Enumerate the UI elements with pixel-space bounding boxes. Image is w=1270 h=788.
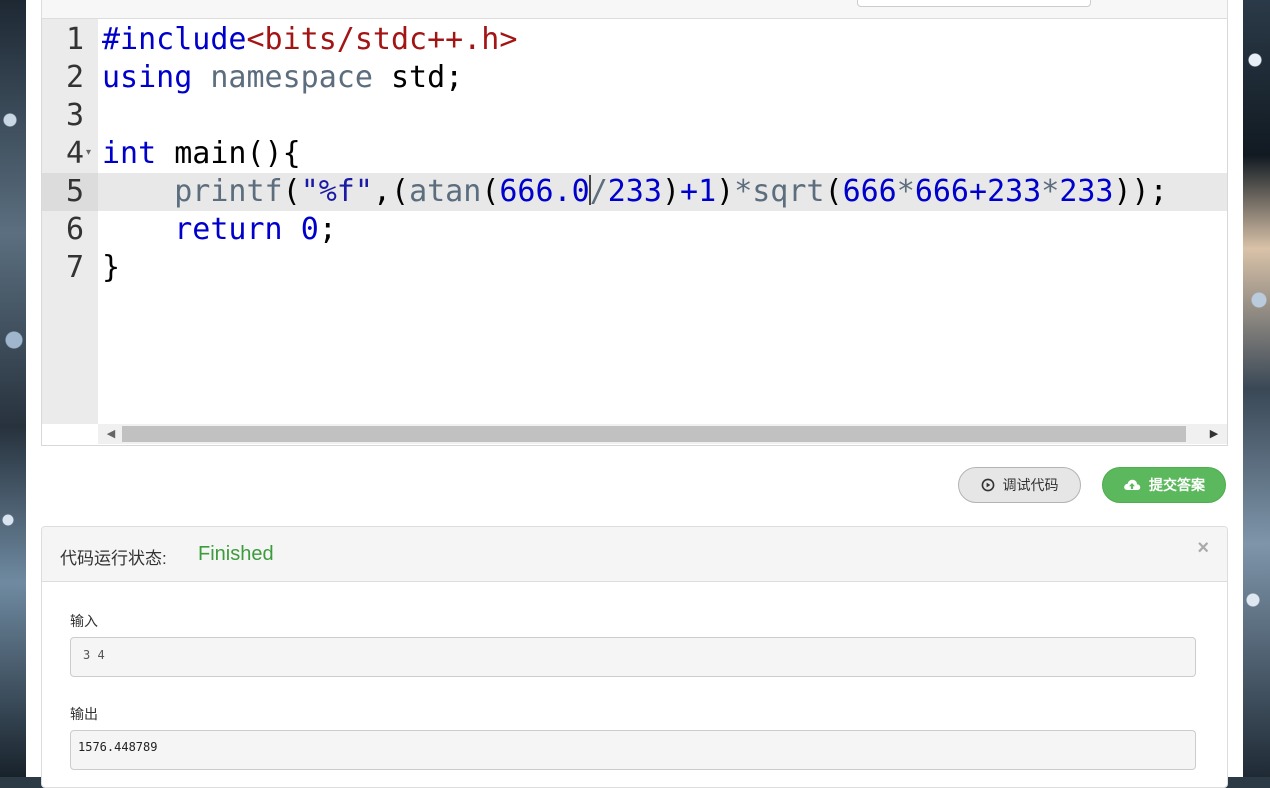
code-line-2: using namespace std;	[102, 59, 463, 97]
code-token: *	[896, 174, 915, 209]
code-token: 1	[698, 174, 717, 209]
code-token: ));	[1113, 174, 1168, 209]
output-label: 输出	[70, 706, 98, 722]
code-token: "%f"	[300, 174, 373, 209]
code-token: std;	[391, 60, 464, 95]
code-token: #include	[102, 22, 247, 57]
scroll-left-icon[interactable]: ◀	[104, 427, 118, 441]
scrollbar-thumb[interactable]	[122, 426, 1186, 442]
language-select[interactable]	[857, 0, 1091, 7]
code-token: )	[716, 174, 735, 209]
background-art-right	[1243, 0, 1270, 777]
line-number: 2	[65, 60, 84, 95]
code-token: sqrt	[752, 174, 825, 209]
code-token: 666	[842, 174, 897, 209]
code-token: (	[824, 174, 843, 209]
code-token: namespace	[210, 60, 373, 95]
code-line-7: }	[102, 249, 120, 287]
line-number: 1	[65, 22, 84, 57]
close-icon[interactable]: ×	[1197, 537, 1209, 560]
line-number: 3	[65, 98, 84, 133]
line-number: 5	[65, 174, 84, 209]
status-label: 代码运行状态:	[60, 549, 167, 568]
run-result-panel: 代码运行状态: Finished × 输入 3 4 输出 1576.448789	[41, 526, 1228, 788]
horizontal-scrollbar[interactable]: ◀ ▶	[98, 424, 1227, 444]
debug-code-label: 调试代码	[1002, 477, 1059, 493]
play-circle-icon	[981, 478, 994, 492]
code-token: )	[661, 174, 680, 209]
code-line-1: #include<bits/stdc++.h>	[102, 21, 517, 59]
code-token: int	[102, 136, 157, 171]
code-token: printf	[174, 174, 283, 209]
code-token: using	[102, 60, 193, 95]
run-result-header: 代码运行状态: Finished ×	[42, 527, 1227, 582]
code-token: +	[969, 174, 988, 209]
code-token: 233	[607, 174, 662, 209]
line-number: 7	[65, 250, 84, 285]
main-content: 1 2 3 4 ▾ 5 6 7 #include<bits/stdc++.h> …	[26, 0, 1243, 788]
code-token: *	[734, 174, 753, 209]
scroll-right-icon[interactable]: ▶	[1207, 427, 1221, 441]
code-token: 233	[1059, 174, 1114, 209]
code-token: ,(	[372, 174, 410, 209]
code-line-6: return 0;	[102, 211, 337, 249]
code-token: /	[589, 174, 608, 209]
code-token: 233	[987, 174, 1042, 209]
code-line-4: int main(){	[102, 135, 301, 173]
code-token: 666.0	[499, 174, 590, 209]
output-field: 1576.448789	[70, 730, 1196, 770]
status-value: Finished	[198, 543, 274, 565]
code-token: main(){	[174, 136, 301, 171]
code-token: (	[282, 174, 301, 209]
code-token: (	[481, 174, 500, 209]
code-token: return	[174, 212, 283, 247]
code-token: }	[102, 250, 121, 285]
submit-answer-label: 提交答案	[1149, 477, 1205, 493]
line-number: 6	[65, 212, 84, 247]
fold-icon[interactable]: ▾	[86, 147, 91, 158]
code-token: +	[680, 174, 699, 209]
cloud-upload-icon	[1124, 479, 1141, 490]
code-token: *	[1041, 174, 1060, 209]
code-token: ;	[318, 212, 337, 247]
input-label: 输入	[70, 613, 98, 629]
code-editor[interactable]: 1 2 3 4 ▾ 5 6 7 #include<bits/stdc++.h> …	[41, 19, 1228, 446]
code-token: <bits/stdc++.h>	[246, 22, 518, 57]
code-line-5: printf("%f",(atan(666.0/233)+1)*sqrt(666…	[102, 173, 1168, 211]
code-token: atan	[409, 174, 482, 209]
code-token: 0	[300, 212, 319, 247]
submit-answer-button[interactable]: 提交答案	[1102, 467, 1226, 503]
background-art-left	[0, 0, 26, 777]
debug-code-button[interactable]: 调试代码	[958, 467, 1081, 503]
line-number: 4	[65, 136, 84, 171]
code-token: 666	[914, 174, 969, 209]
input-field[interactable]: 3 4	[70, 637, 1196, 677]
editor-toolbar	[41, 0, 1228, 19]
